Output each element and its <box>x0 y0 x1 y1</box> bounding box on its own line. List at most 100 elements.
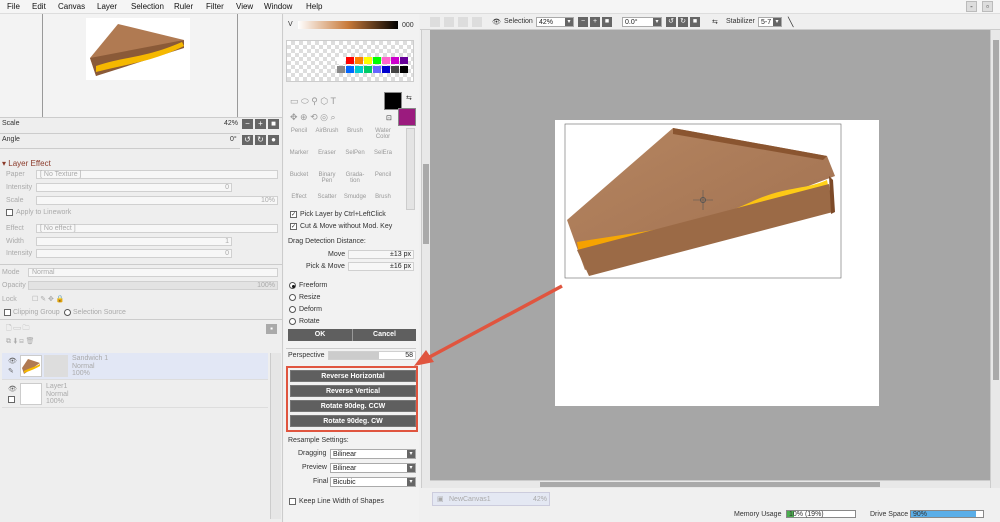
rotate-reset-tb-button[interactable]: ■ <box>690 17 700 27</box>
zoom-reset-tb-button[interactable]: ■ <box>602 17 612 27</box>
reverse-vertical-button[interactable]: Reverse Vertical <box>290 385 416 397</box>
tool-smudge[interactable]: Smudge <box>342 194 368 200</box>
menu-ruler[interactable]: Ruler <box>174 2 193 11</box>
flip-view-icon[interactable]: ⇆ <box>712 18 718 26</box>
canvas-area[interactable] <box>414 30 990 488</box>
perspective-slider[interactable]: 58 <box>328 351 416 360</box>
eye-icon[interactable]: 👁 <box>8 357 17 365</box>
tool-bucket[interactable]: Bucket <box>286 172 312 178</box>
zoom-in-tb-button[interactable]: + <box>590 17 600 27</box>
palette-swatch[interactable] <box>400 57 408 64</box>
rotate-right-tb-button[interactable]: ↻ <box>678 17 688 27</box>
deform-radio[interactable] <box>289 306 296 313</box>
tool-marker[interactable]: Marker <box>286 150 312 156</box>
dragging-select[interactable]: Bilinear <box>330 449 416 459</box>
blend-mode-select[interactable]: Normal <box>28 268 278 277</box>
canvas-hscrollbar[interactable] <box>430 480 990 488</box>
tool-pencil[interactable]: Pencil <box>286 128 312 134</box>
new-layer-icons[interactable]: 🗋 ▭ 🗀 <box>6 324 30 335</box>
rotate-cw-button[interactable]: Rotate 90deg. CW <box>290 415 416 427</box>
toolbar-button[interactable] <box>444 17 454 27</box>
palette-swatch[interactable] <box>337 57 345 64</box>
tool-eraser[interactable]: Eraser <box>314 150 340 156</box>
menu-view[interactable]: View <box>236 2 253 11</box>
tool-selera[interactable]: SelEra <box>370 150 396 156</box>
tool-airbrush[interactable]: AirBrush <box>314 128 340 134</box>
palette-swatch[interactable] <box>346 66 354 73</box>
palette-swatch[interactable] <box>373 66 381 73</box>
tool-scatter[interactable]: Scatter <box>314 194 340 200</box>
rotate-left-tb-button[interactable]: ↺ <box>666 17 676 27</box>
menu-help[interactable]: Help <box>306 2 322 11</box>
lock-icons[interactable]: ☐ ✎ ✥ 🔒 <box>32 295 65 303</box>
rotate-right-button[interactable]: ↻ <box>255 135 266 145</box>
palette-swatch[interactable] <box>391 57 399 64</box>
canvas-tab[interactable]: ▣ NewCanvas1 42% <box>432 492 550 506</box>
layer-scrollbar[interactable] <box>270 353 281 519</box>
resize-radio[interactable] <box>289 294 296 301</box>
palette-swatch[interactable] <box>391 66 399 73</box>
width-slider[interactable]: 1 <box>36 237 232 246</box>
effect-select[interactable]: [ No effect ] <box>36 224 278 233</box>
color-palette[interactable] <box>286 40 414 82</box>
zoom-in-button[interactable]: + <box>255 119 266 129</box>
palette-swatch[interactable] <box>400 66 408 73</box>
swap-colors-icon[interactable]: ⇆ <box>406 94 412 102</box>
menu-filter[interactable]: Filter <box>206 2 224 11</box>
tool-gradation[interactable]: Grada-tion <box>342 172 368 184</box>
menu-window[interactable]: Window <box>264 2 292 11</box>
layer-effect-title[interactable]: ▾ Layer Effect <box>2 159 51 168</box>
secondary-color-swatch[interactable] <box>398 108 416 126</box>
pick-move-slider[interactable]: ±16 px <box>348 262 414 271</box>
rotate-left-button[interactable]: ↺ <box>242 135 253 145</box>
palette-swatch[interactable] <box>382 57 390 64</box>
keep-line-checkbox[interactable] <box>289 498 296 505</box>
line-tool-icon[interactable]: ╲ <box>788 17 793 28</box>
layer-lock-checkbox[interactable] <box>8 396 15 403</box>
rotate-radio[interactable] <box>289 318 296 325</box>
tool-brush2[interactable]: Brush <box>370 194 396 200</box>
zoom-select[interactable]: 42% <box>536 17 574 27</box>
toolbar-button[interactable] <box>430 17 440 27</box>
cancel-button[interactable]: Cancel <box>352 329 416 341</box>
tool-selpen[interactable]: SelPen <box>342 150 368 156</box>
layer-action-icons[interactable]: ⧉ ⬇ ⊟ 🗑 <box>6 337 35 346</box>
stabilizer-select[interactable]: 5-7 <box>758 17 782 27</box>
zoom-reset-button[interactable]: ■ <box>268 119 279 129</box>
palette-swatch[interactable] <box>355 66 363 73</box>
value-slider[interactable] <box>298 21 398 29</box>
tool-watercolor[interactable]: Water Color <box>370 128 396 140</box>
restore-button[interactable]: ▫ <box>982 1 993 12</box>
canvas-paper[interactable] <box>555 120 879 406</box>
texture-scale-slider[interactable]: 10% <box>36 196 278 205</box>
palette-swatch[interactable] <box>364 66 372 73</box>
final-select[interactable]: Bicubic <box>330 477 416 487</box>
pick-layer-checkbox[interactable]: ✓ <box>290 211 297 218</box>
clipping-group-checkbox[interactable] <box>4 309 11 316</box>
layer-panel-button[interactable]: ▪ <box>266 324 277 334</box>
palette-swatch[interactable] <box>337 66 345 73</box>
tool-effect[interactable]: Effect <box>286 194 312 200</box>
navigator-preview[interactable] <box>0 14 282 118</box>
cut-move-checkbox[interactable]: ✓ <box>290 223 297 230</box>
toolbar-button[interactable] <box>472 17 482 27</box>
intensity-slider[interactable]: 0 <box>36 183 232 192</box>
menu-layer[interactable]: Layer <box>97 2 117 11</box>
palette-swatch[interactable] <box>364 57 372 64</box>
paper-select[interactable]: [ No Texture ] <box>36 170 278 179</box>
transparent-color-icon[interactable]: ⊡ <box>386 114 392 122</box>
zoom-out-tb-button[interactable]: − <box>578 17 588 27</box>
eye-icon[interactable]: 👁 <box>8 385 17 393</box>
tool-pencil2[interactable]: Pencil <box>370 172 396 178</box>
palette-swatch[interactable] <box>355 57 363 64</box>
layer-row[interactable]: 👁 ✎ Sandwich 1 Normal 100% <box>2 353 268 380</box>
rotate-ccw-button[interactable]: Rotate 90deg. CCW <box>290 400 416 412</box>
ok-button[interactable]: OK <box>288 329 352 341</box>
toolbar-button[interactable] <box>458 17 468 27</box>
selection-source-radio[interactable] <box>64 309 71 316</box>
tool-brush[interactable]: Brush <box>342 128 368 134</box>
opacity-slider[interactable]: 100% <box>28 281 278 290</box>
minimize-button[interactable]: - <box>966 1 977 12</box>
effect-intensity-slider[interactable]: 0 <box>36 249 232 258</box>
reverse-horizontal-button[interactable]: Reverse Horizontal <box>290 370 416 382</box>
